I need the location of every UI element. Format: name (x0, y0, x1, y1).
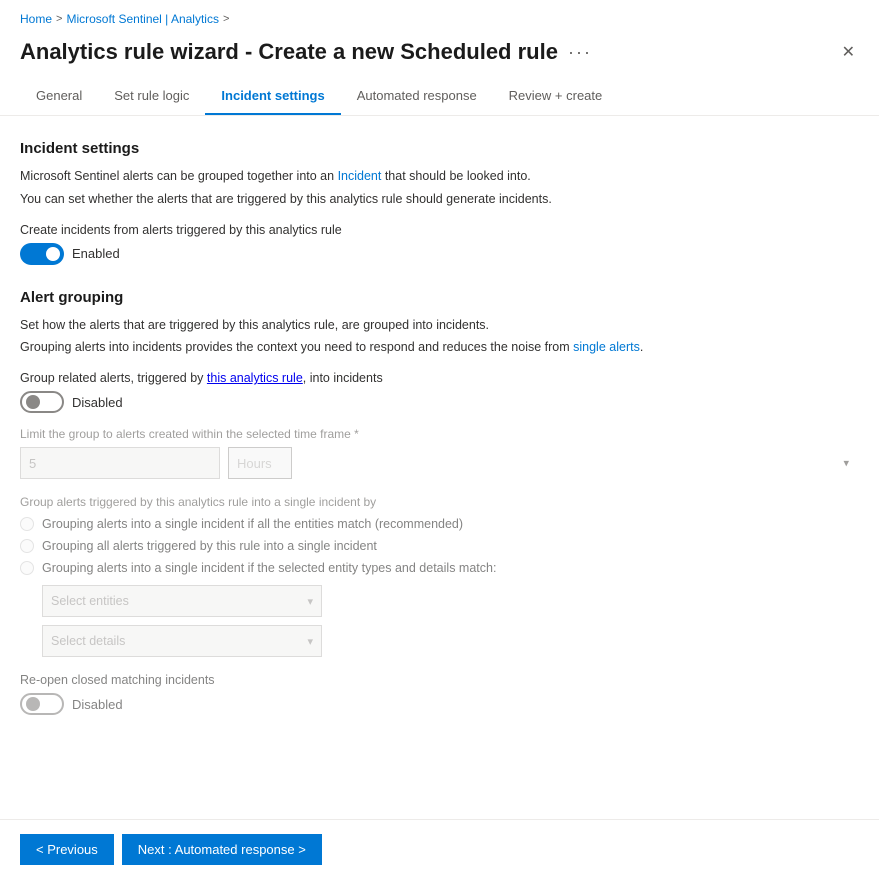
reopen-toggle-label: Disabled (72, 697, 123, 712)
close-icon[interactable]: ✕ (838, 38, 859, 66)
reopen-label: Re-open closed matching incidents (20, 673, 859, 687)
radio-selected-entities-label: Grouping alerts into a single incident i… (42, 561, 496, 575)
select-entities-wrapper: Select entities ▾ Select details ▾ (42, 585, 859, 657)
analytics-rule-link[interactable]: this analytics rule (207, 371, 303, 385)
tab-set-rule-logic[interactable]: Set rule logic (98, 78, 205, 115)
incident-settings-desc2: You can set whether the alerts that are … (20, 190, 859, 209)
alert-grouping-title: Alert grouping (20, 289, 859, 306)
group-related-toggle-label: Disabled (72, 395, 123, 410)
tab-automated-response[interactable]: Automated response (341, 78, 493, 115)
radio-all-alerts-input[interactable] (20, 539, 34, 553)
toggle-thumb-reopen (26, 697, 40, 711)
alert-grouping-section: Alert grouping Set how the alerts that a… (20, 289, 859, 716)
select-details-dropdown[interactable]: Select details ▾ (42, 625, 322, 657)
main-content: Incident settings Microsoft Sentinel ale… (0, 116, 879, 809)
radio-selected-entities-input[interactable] (20, 561, 34, 575)
tab-review-create[interactable]: Review + create (493, 78, 619, 115)
time-frame-input[interactable] (20, 447, 220, 479)
section-spacer (20, 265, 859, 289)
breadcrumb-sep2: > (223, 13, 229, 25)
radio-all-entities-label: Grouping alerts into a single incident i… (42, 517, 463, 531)
group-related-toggle[interactable] (20, 391, 64, 413)
incident-settings-desc1: Microsoft Sentinel alerts can be grouped… (20, 167, 859, 186)
alert-grouping-sub-section: Limit the group to alerts created within… (20, 427, 859, 715)
toggle-track-disabled[interactable] (20, 391, 64, 413)
tab-general[interactable]: General (20, 78, 98, 115)
group-related-label: Group related alerts, triggered by this … (20, 371, 859, 385)
create-incidents-label: Create incidents from alerts triggered b… (20, 223, 859, 237)
incident-settings-section: Incident settings Microsoft Sentinel ale… (20, 140, 859, 265)
time-frame-unit-wrapper: Hours Days Minutes ▾ (228, 447, 859, 479)
radio-all-alerts-label: Grouping all alerts triggered by this ru… (42, 539, 377, 553)
tabs-bar: General Set rule logic Incident settings… (0, 78, 879, 116)
toggle-track-reopen[interactable] (20, 693, 64, 715)
breadcrumb-sep1: > (56, 13, 62, 25)
select-entities-placeholder: Select entities (51, 594, 129, 608)
breadcrumb-sentinel[interactable]: Microsoft Sentinel | Analytics (66, 12, 219, 26)
more-icon[interactable]: ··· (568, 42, 592, 63)
toggle-thumb-disabled (26, 395, 40, 409)
create-incidents-toggle-label: Enabled (72, 246, 120, 261)
reopen-toggle-wrapper: Disabled (20, 693, 859, 715)
incident-link[interactable]: Incident (338, 169, 382, 183)
reopen-toggle[interactable] (20, 693, 64, 715)
select-entities-dropdown[interactable]: Select entities ▾ (42, 585, 322, 617)
alert-grouping-desc1: Set how the alerts that are triggered by… (20, 316, 859, 335)
chevron-down-icon: ▾ (843, 457, 849, 470)
create-incidents-toggle-wrapper: Enabled (20, 243, 859, 265)
footer-spacer (20, 715, 859, 785)
chevron-entities-icon: ▾ (307, 595, 313, 608)
group-related-toggle-wrapper: Disabled (20, 391, 859, 413)
breadcrumb: Home > Microsoft Sentinel | Analytics > (0, 0, 879, 34)
chevron-details-icon: ▾ (307, 635, 313, 648)
tab-incident-settings[interactable]: Incident settings (205, 78, 340, 115)
page-title: Analytics rule wizard - Create a new Sch… (20, 39, 558, 65)
radio-selected-entities[interactable]: Grouping alerts into a single incident i… (20, 561, 859, 575)
time-frame-unit-select[interactable]: Hours Days Minutes (228, 447, 292, 479)
breadcrumb-home[interactable]: Home (20, 12, 52, 26)
time-frame-row: Hours Days Minutes ▾ (20, 447, 859, 479)
title-bar-left: Analytics rule wizard - Create a new Sch… (20, 39, 592, 65)
footer: < Previous Next : Automated response > (0, 819, 879, 879)
select-details-placeholder: Select details (51, 634, 125, 648)
next-button[interactable]: Next : Automated response > (122, 834, 322, 865)
group-by-label: Group alerts triggered by this analytics… (20, 495, 859, 509)
group-by-radio-group: Grouping alerts into a single incident i… (20, 517, 859, 575)
create-incidents-toggle[interactable] (20, 243, 64, 265)
single-alerts-link[interactable]: single alerts (573, 340, 640, 354)
radio-all-entities[interactable]: Grouping alerts into a single incident i… (20, 517, 859, 531)
radio-all-alerts[interactable]: Grouping all alerts triggered by this ru… (20, 539, 859, 553)
previous-button[interactable]: < Previous (20, 834, 114, 865)
title-bar: Analytics rule wizard - Create a new Sch… (0, 34, 879, 78)
time-frame-label: Limit the group to alerts created within… (20, 427, 859, 441)
radio-all-entities-input[interactable] (20, 517, 34, 531)
incident-settings-title: Incident settings (20, 140, 859, 157)
toggle-track-enabled[interactable] (20, 243, 64, 265)
toggle-thumb-enabled (46, 247, 60, 261)
alert-grouping-desc2: Grouping alerts into incidents provides … (20, 338, 859, 357)
